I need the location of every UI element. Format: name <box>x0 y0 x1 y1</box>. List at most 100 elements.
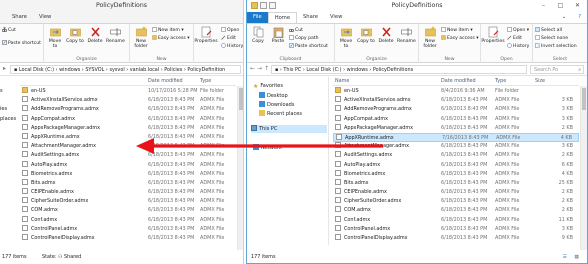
left-file-row[interactable]: Biometrics.admx 6/18/2013 8:43 PM ADMX Fil… <box>20 169 236 179</box>
left-move-to-button[interactable]: Move to <box>46 26 64 49</box>
open-button[interactable]: Open ▾ <box>507 27 529 34</box>
right-file-row[interactable]: ActiveXInstallService.admx 6/18/2013 8:43… <box>333 96 579 105</box>
copy-to-button[interactable]: Copy to <box>357 26 375 44</box>
left-address-bar[interactable]: ▪ Local Disk (C:) › windows › SYSVOL › s… <box>10 65 241 74</box>
left-file-row[interactable]: Bits.admx 6/18/2013 8:43 PM ADMX File <box>20 178 236 188</box>
left-cut-button[interactable]: Cut <box>1 26 16 34</box>
nav-favorites[interactable]: ★ Favorites <box>253 83 283 90</box>
left-col-type[interactable]: Type <box>200 77 211 86</box>
chevron-down-icon[interactable]: ⌄ <box>556 12 572 23</box>
right-file-row[interactable]: Conf.admx 6/18/2013 8:43 PM ADMX File 11 KB <box>333 215 579 225</box>
right-file-row[interactable]: COM.admx 6/18/2013 8:43 PM ADMX File 2 KB <box>333 206 579 215</box>
right-scroll-thumb[interactable] <box>582 88 586 110</box>
col-date[interactable]: Date modified <box>441 77 476 86</box>
left-new-item-button[interactable]: New item ▾ <box>152 27 184 34</box>
left-file-row[interactable]: ActiveXInstallService.admx 6/18/2013 8:43… <box>20 96 236 105</box>
left-nav-item[interactable]: ies <box>0 105 16 114</box>
nav-network[interactable]: Network <box>253 144 282 152</box>
left-file-row[interactable]: CEIPEnable.admx 6/18/2013 8:43 PM ADMX Fil… <box>20 188 236 197</box>
tab-file[interactable]: File <box>247 12 268 23</box>
right-file-row[interactable]: AppXRuntime.admx 7/16/2013 8:43 PM ADMX Fi… <box>333 132 579 143</box>
copy-button[interactable]: Copy <box>249 26 267 44</box>
select-all-button[interactable]: Select all <box>535 27 562 34</box>
left-file-row[interactable]: AppCompat.admx 6/18/2013 8:43 PM ADMX File <box>20 114 236 124</box>
crumb[interactable]: This PC <box>283 67 301 73</box>
close-icon[interactable]: ✕ <box>570 1 585 10</box>
edit-button[interactable]: Edit <box>507 35 522 42</box>
left-scrollbar[interactable] <box>237 86 243 250</box>
select-none-button[interactable]: Select none <box>535 35 568 42</box>
crumb[interactable]: windows <box>347 67 368 73</box>
left-file-row[interactable]: AddRemovePrograms.admx 6/18/2013 8:43 PM A… <box>20 105 236 114</box>
new-item-button[interactable]: New item ▾ <box>441 27 473 34</box>
refresh-icon[interactable]: ▸ <box>3 65 6 72</box>
left-new-folder-button[interactable]: New folder <box>132 26 150 49</box>
left-file-row[interactable]: AutoPlay.admx 6/18/2013 8:43 PM ADMX File <box>20 160 236 170</box>
delete-button[interactable]: Delete <box>377 26 395 44</box>
left-tab-share[interactable]: Share <box>6 12 33 23</box>
nav-downloads[interactable]: Downloads <box>259 101 294 109</box>
left-crumb[interactable]: Policies <box>164 67 182 73</box>
right-scrollbar[interactable] <box>580 86 587 250</box>
nav-this-pc[interactable]: This PC <box>251 125 327 133</box>
back-arrow-icon[interactable]: ← <box>250 65 255 72</box>
rename-button[interactable]: Rename <box>397 26 416 44</box>
right-file-row[interactable]: AppCompat.admx 6/18/2013 8:43 PM ADMX File… <box>333 114 579 124</box>
left-col-date[interactable]: Date modified <box>148 77 183 86</box>
left-properties-button[interactable]: Properties <box>194 26 218 44</box>
qat-properties-icon[interactable] <box>260 2 267 9</box>
large-icons-view-icon[interactable]: ▦ <box>574 251 579 263</box>
tab-share[interactable]: Share <box>297 12 324 23</box>
right-file-row[interactable]: ControlPanel.admx 6/18/2013 8:43 PM ADMX F… <box>333 224 579 234</box>
nav-recent-places[interactable]: Recent places <box>259 110 302 118</box>
left-scroll-thumb[interactable] <box>239 88 243 110</box>
left-file-row[interactable]: en-US 10/17/2016 5:28 PM File folder <box>20 87 236 96</box>
right-file-row[interactable]: AttachmentManager.admx 6/18/2013 8:43 PM A… <box>333 142 579 151</box>
left-rename-button[interactable]: Rename <box>106 26 125 44</box>
right-file-row[interactable]: AddRemovePrograms.admx 6/18/2013 8:43 PM A… <box>333 105 579 114</box>
left-crumb[interactable]: sysvol <box>109 67 124 73</box>
easy-access-button[interactable]: Easy access ▾ <box>441 35 479 42</box>
right-file-row[interactable]: AutoPlay.admx 6/18/2013 8:43 PM ADMX File 6… <box>333 160 579 170</box>
up-arrow-icon[interactable]: ↑ <box>264 65 269 72</box>
left-crumb[interactable]: SYSVOL <box>85 67 104 73</box>
search-input[interactable]: Search Po ⌕ <box>530 65 584 74</box>
paste-shortcut-button[interactable]: Paste shortcut <box>289 43 328 50</box>
col-type[interactable]: Type <box>495 77 506 86</box>
right-file-row[interactable]: Bits.admx 6/18/2013 8:43 PM ADMX File 25 KB <box>333 178 579 188</box>
left-file-row[interactable]: CipherSuiteOrder.admx 6/18/2013 8:43 PM AD… <box>20 197 236 206</box>
left-crumb[interactable]: windows <box>59 67 80 73</box>
address-bar[interactable]: ▪ › This PC › Local Disk (C:) › windows … <box>271 65 527 74</box>
right-file-row[interactable]: en-US 8/4/2016 9:36 AM File folder <box>333 87 579 96</box>
right-file-row[interactable]: AuditSettings.admx 6/18/2013 8:43 PM ADMX … <box>333 151 579 160</box>
left-copy-to-button[interactable]: Copy to <box>66 26 84 44</box>
search-icon[interactable]: ⌕ <box>578 66 581 74</box>
crumb[interactable]: Local Disk (C:) <box>306 67 341 73</box>
copy-path-button[interactable]: Copy path <box>289 35 319 42</box>
paste-button[interactable]: Paste <box>269 26 287 44</box>
qat-new-folder-icon[interactable] <box>269 2 276 9</box>
details-view-icon[interactable]: ☰ <box>563 251 567 263</box>
right-file-row[interactable]: CipherSuiteOrder.admx 6/18/2013 8:43 PM AD… <box>333 197 579 206</box>
left-open-button[interactable]: Open <box>221 27 239 34</box>
tab-view[interactable]: View <box>324 12 348 23</box>
left-crumb[interactable]: vanlab.local <box>130 67 159 73</box>
minimize-icon[interactable]: – <box>536 1 551 10</box>
properties-button[interactable]: Properties <box>481 26 505 44</box>
invert-selection-button[interactable]: Invert selection <box>535 43 577 50</box>
crumb[interactable]: PolicyDefinitions <box>373 67 413 73</box>
col-size[interactable]: Size <box>535 77 545 86</box>
left-file-row[interactable]: AttachmentManager.admx 6/18/2013 8:43 PM A… <box>20 142 236 151</box>
left-file-row[interactable]: AppxPackageManager.admx 6/18/2013 8:43 PM… <box>20 123 236 133</box>
left-nav-item[interactable]: places <box>0 115 16 124</box>
nav-desktop[interactable]: Desktop <box>259 92 288 100</box>
left-nav-item[interactable]: s <box>0 87 16 96</box>
right-file-row[interactable]: ControlPanelDisplay.admx 6/18/2013 8:43 P… <box>333 234 579 243</box>
move-to-button[interactable]: Move to <box>337 26 355 49</box>
left-file-row[interactable]: COM.admx 6/18/2013 8:43 PM ADMX File <box>20 206 236 215</box>
right-file-row[interactable]: Biometrics.admx 6/18/2013 8:43 PM ADMX Fil… <box>333 169 579 179</box>
right-file-row[interactable]: AppxPackageManager.admx 6/18/2013 8:43 PM… <box>333 123 579 133</box>
left-paste-shortcut-button[interactable]: Paste shortcut <box>2 40 41 47</box>
left-file-row[interactable]: Conf.admx 6/18/2013 8:43 PM ADMX File <box>20 215 236 225</box>
left-crumb[interactable]: PolicyDefinition <box>187 67 225 73</box>
